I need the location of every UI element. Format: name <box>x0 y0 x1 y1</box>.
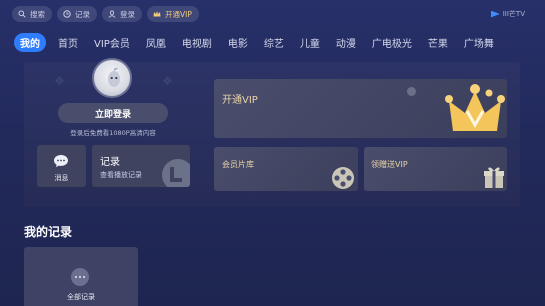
search-pill-label: 搜索 <box>30 9 45 19</box>
top-bar: 搜索 记录 登录 开通VIP <box>12 6 199 22</box>
tab-anime[interactable]: 动漫 <box>336 35 356 50</box>
messages-tile[interactable]: 消息 <box>37 145 86 187</box>
search-pill[interactable]: 搜索 <box>12 6 52 22</box>
mango-mascot-icon <box>108 68 120 87</box>
tab-square-dance[interactable]: 广场舞 <box>464 35 494 50</box>
my-records-title: 我的记录 <box>24 225 73 239</box>
vip-pill[interactable]: 开通VIP <box>147 6 199 22</box>
login-pill[interactable]: 登录 <box>102 6 142 22</box>
open-vip-tile[interactable]: 开通VIP <box>214 79 507 138</box>
tab-vip[interactable]: VIP会员 <box>94 35 130 50</box>
tab-tv-series[interactable]: 电视剧 <box>182 35 212 50</box>
tab-phoenix[interactable]: 凤凰 <box>146 35 166 50</box>
film-reel-icon <box>330 165 356 191</box>
user-icon <box>108 10 116 18</box>
vip-pill-label: 开通VIP <box>165 9 192 19</box>
records-subtitle: 查看播放记录 <box>100 171 142 179</box>
category-nav: 我的 首页 VIP会员 凤凰 电视剧 电影 综艺 儿童 动漫 广电极光 芒果 广… <box>14 33 510 52</box>
tab-aurora[interactable]: 广电极光 <box>372 35 412 50</box>
member-library-title: 会员片库 <box>222 160 254 169</box>
leaf-decoration-icon: ❖ <box>162 74 173 88</box>
all-records-card[interactable]: 全部记录 <box>24 247 138 306</box>
vip-crown-icon <box>153 10 161 18</box>
messages-label: 消息 <box>54 174 69 182</box>
leaf-decoration-icon: ❖ <box>54 74 65 88</box>
gift-vip-title: 领赠送VIP <box>371 160 408 169</box>
records-pill[interactable]: 记录 <box>57 6 97 22</box>
avatar[interactable] <box>92 58 132 98</box>
records-title: 记录 <box>100 157 120 168</box>
gift-vip-tile[interactable]: 领赠送VIP <box>364 147 507 191</box>
login-button[interactable]: 立即登录 <box>58 103 168 123</box>
tab-mine[interactable]: 我的 <box>14 33 46 52</box>
login-hint: 登录后免费看1080P高清内容 <box>70 129 156 137</box>
tab-home[interactable]: 首页 <box>58 35 78 50</box>
gift-box-icon <box>483 165 505 191</box>
all-records-label: 全部记录 <box>67 293 95 301</box>
open-vip-title: 开通VIP <box>222 95 258 106</box>
message-bubble-icon <box>53 153 69 172</box>
clock-icon <box>63 10 71 18</box>
play-logo-icon <box>490 10 500 18</box>
tab-kids[interactable]: 儿童 <box>300 35 320 50</box>
records-pill-label: 记录 <box>75 9 90 19</box>
decoration-dot <box>407 87 416 96</box>
tab-mango[interactable]: 芒果 <box>428 35 448 50</box>
member-library-tile[interactable]: 会员片库 <box>214 147 358 191</box>
more-dots-icon <box>71 268 89 286</box>
brand-text: III芒TV <box>502 10 525 18</box>
search-icon <box>18 10 26 18</box>
records-tile[interactable]: 记录 查看播放记录 <box>92 145 190 187</box>
tab-variety[interactable]: 综艺 <box>264 35 284 50</box>
clock-icon <box>160 157 190 187</box>
tab-movies[interactable]: 电影 <box>228 35 248 50</box>
login-pill-label: 登录 <box>120 9 135 19</box>
crown-icon <box>445 81 505 138</box>
brand-logo: III芒TV <box>490 9 525 19</box>
